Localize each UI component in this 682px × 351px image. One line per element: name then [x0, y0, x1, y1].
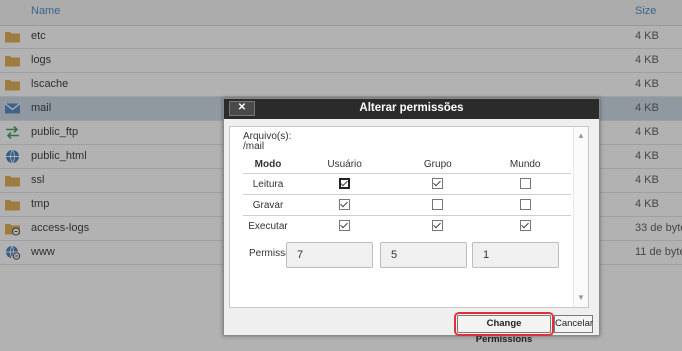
permission-row-gravar: Gravar [243, 194, 571, 216]
permission-row-executar: Executar [243, 215, 571, 236]
scroll-down-icon[interactable]: ▼ [576, 293, 586, 303]
user-gravar-checkbox[interactable] [339, 199, 351, 211]
dialog-title-bar: Alterar permissões ✕ [224, 99, 599, 119]
cancel-button[interactable]: Cancelar [554, 315, 593, 333]
permission-row-label: Leitura [243, 173, 293, 195]
world-permission-value: 1 [483, 249, 490, 261]
permission-row-label: Gravar [243, 194, 293, 216]
dialog-title: Alterar permissões [359, 102, 464, 114]
user-header: Usuário [327, 158, 362, 170]
dialog-scrollbar[interactable]: ▲ ▼ [573, 127, 588, 307]
group-permission-value: 5 [391, 249, 398, 261]
permission-row-label: Executar [243, 215, 293, 236]
world-leitura-checkbox[interactable] [519, 178, 531, 190]
user-permission-field[interactable]: 7 [286, 242, 373, 268]
world-permission-field[interactable]: 1 [472, 242, 559, 268]
user-permission-value: 7 [297, 249, 304, 261]
world-executar-checkbox[interactable] [519, 220, 531, 232]
group-header: Grupo [423, 158, 452, 170]
permission-row-leitura: Leitura [243, 173, 571, 195]
mode-header: Modo [254, 158, 282, 170]
group-gravar-checkbox[interactable] [432, 199, 444, 211]
group-executar-checkbox[interactable] [432, 220, 444, 232]
change-permissions-dialog: Alterar permissões ✕ Arquivo(s): /mail M… [223, 98, 600, 345]
change-permissions-button[interactable]: Change Permissions [454, 312, 554, 345]
close-icon[interactable]: ✕ [229, 101, 255, 116]
group-leitura-checkbox[interactable] [432, 178, 444, 190]
file-path: /mail [243, 141, 265, 152]
world-header: Mundo [509, 158, 541, 170]
permission-values: Permissão 7 5 1 [243, 242, 571, 272]
user-leitura-checkbox[interactable] [339, 178, 351, 190]
permissions-table: Modo Usuário Grupo Mundo Leitura Gravar Ex… [243, 155, 571, 236]
world-gravar-checkbox[interactable] [519, 199, 531, 211]
user-executar-checkbox[interactable] [339, 220, 351, 232]
scroll-up-icon[interactable]: ▲ [576, 131, 586, 141]
group-permission-field[interactable]: 5 [380, 242, 467, 268]
dialog-body: Arquivo(s): /mail Modo Usuário Grupo Mun… [229, 126, 589, 308]
